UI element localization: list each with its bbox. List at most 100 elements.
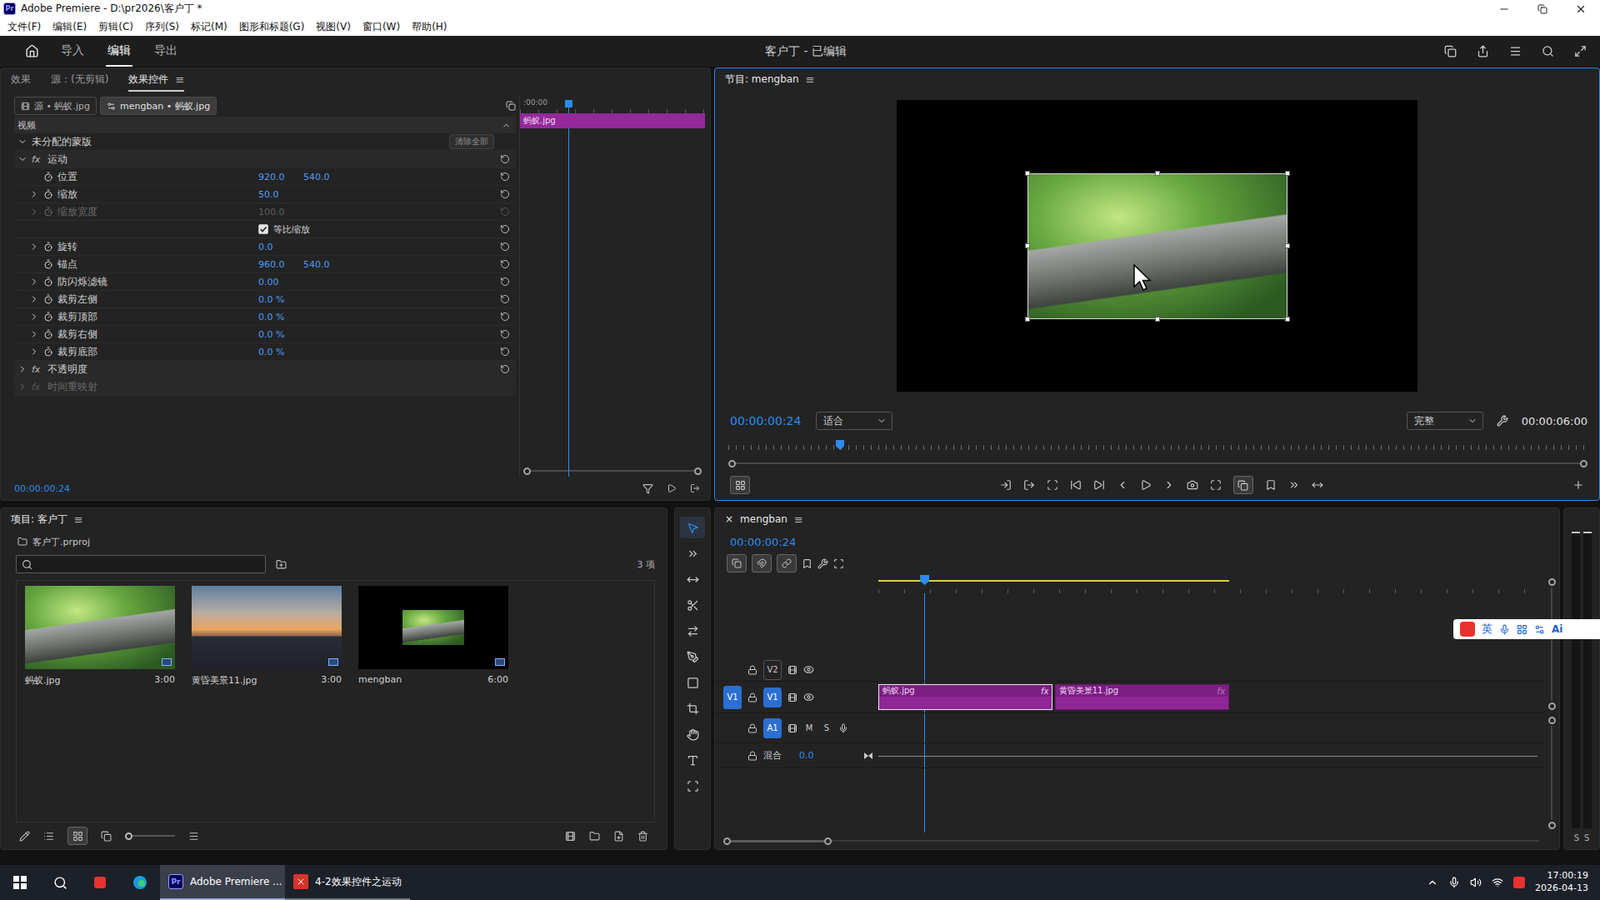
wrench-icon[interactable] [1496, 415, 1509, 427]
quality-dropdown[interactable]: 完整 [1406, 411, 1484, 430]
tool-button[interactable] [680, 568, 705, 590]
export-frame-icon[interactable] [1186, 479, 1199, 491]
extract-icon[interactable] [1311, 479, 1324, 491]
param-row[interactable]: 裁剪顶部0.0 % [14, 308, 516, 326]
stopwatch-icon[interactable] [43, 189, 54, 200]
play-icon[interactable] [1140, 479, 1152, 491]
thumbnail[interactable] [25, 585, 175, 670]
work-area-bar[interactable] [878, 580, 1230, 582]
reset-icon[interactable] [500, 224, 510, 235]
freeform-view-icon[interactable] [100, 830, 112, 842]
toggle-button[interactable] [1233, 475, 1254, 495]
icon-view-button[interactable] [67, 826, 88, 845]
share-icon[interactable] [1476, 45, 1490, 58]
clip-tab[interactable]: mengban • 蚂蚁.jpg [100, 96, 217, 115]
track-toggle-button[interactable]: S [820, 723, 833, 733]
tool-button[interactable] [680, 620, 705, 642]
tool-button[interactable] [680, 697, 705, 720]
mic-icon[interactable] [1448, 876, 1460, 889]
thumbnail[interactable] [191, 585, 342, 670]
go-to-in-icon[interactable] [1070, 479, 1082, 491]
taskbar-app[interactable]: 4-2效果控件之运动 [285, 865, 410, 900]
scroll-up-icon[interactable] [501, 120, 511, 130]
transform-handle[interactable] [1025, 170, 1030, 176]
expand-icon[interactable] [17, 364, 28, 375]
track-target[interactable]: V1 [763, 687, 782, 708]
tool-button[interactable] [680, 594, 705, 616]
param-value[interactable]: 0.00 [258, 276, 292, 288]
ai-badge[interactable]: Ai [1551, 623, 1563, 635]
video-scrollbar[interactable] [1544, 575, 1560, 714]
mark-in-icon[interactable] [1000, 479, 1012, 491]
track-lane[interactable] [878, 713, 1545, 744]
play-audio-icon[interactable] [666, 483, 677, 494]
progress-icon[interactable] [1509, 45, 1522, 58]
checkbox[interactable] [258, 224, 269, 235]
transform-handle[interactable] [1285, 243, 1290, 249]
param-value[interactable]: 0.0 % [258, 294, 292, 305]
fx-badge[interactable]: fx [31, 381, 44, 393]
mix-track-header[interactable]: 混合0.0 [715, 743, 879, 769]
fullscreen-icon[interactable] [1574, 45, 1587, 58]
home-icon[interactable] [25, 44, 40, 59]
writable-icon[interactable] [19, 830, 30, 842]
tool-button[interactable] [680, 749, 705, 771]
stopwatch-icon[interactable] [43, 171, 54, 182]
playhead[interactable] [835, 440, 845, 450]
fx-badge[interactable]: fx [31, 364, 44, 375]
captions-icon[interactable] [833, 558, 845, 570]
stopwatch-icon[interactable] [43, 311, 54, 322]
panel-tab[interactable]: 效果 [10, 68, 31, 92]
search-input[interactable] [37, 557, 260, 571]
reset-icon[interactable] [500, 364, 510, 375]
uniform-scale-checkbox[interactable]: 等比缩放 [258, 223, 495, 236]
lock-icon[interactable] [747, 665, 758, 675]
clip-tab[interactable]: 源 • 蚂蚁.jpg [14, 96, 97, 115]
lift-icon[interactable] [1288, 479, 1300, 491]
expand-icon[interactable] [29, 294, 40, 305]
source-patch[interactable]: V1 [723, 685, 742, 710]
track-header[interactable]: V2 [715, 658, 879, 682]
sync-lock-icon[interactable] [787, 723, 798, 734]
tool-button[interactable] [680, 645, 705, 668]
workspace-tab[interactable]: 编辑 [105, 35, 133, 67]
timeline-clip[interactable]: 黄昏美景11.jpgfx [1055, 684, 1230, 710]
tool-button[interactable] [680, 516, 705, 539]
new-bin-icon[interactable] [275, 559, 287, 570]
mic-icon[interactable] [838, 723, 849, 734]
transform-handle[interactable] [1025, 243, 1030, 249]
menu-item[interactable]: 窗口(W) [356, 20, 406, 35]
video-image[interactable] [1027, 173, 1288, 320]
menu-item[interactable]: 剪辑(C) [92, 20, 140, 35]
playhead[interactable] [568, 100, 570, 477]
expand-icon[interactable] [29, 241, 40, 252]
comparison-icon[interactable] [1210, 479, 1222, 491]
reset-icon[interactable] [500, 329, 510, 340]
effect-group-row[interactable]: fx不透明度 [14, 360, 516, 379]
expand-icon[interactable] [29, 346, 40, 357]
param-value[interactable]: 0.0 % [258, 329, 292, 340]
reset-icon[interactable] [500, 294, 510, 305]
expand-icon[interactable] [29, 206, 40, 217]
reset-icon[interactable] [500, 259, 510, 270]
panel-tab[interactable]: 节目: mengban≡ [725, 68, 815, 92]
step-back-icon[interactable] [1116, 479, 1129, 491]
go-to-out-icon[interactable] [1093, 479, 1105, 491]
param-value[interactable]: 960.0 [258, 259, 292, 270]
voice-icon[interactable] [1499, 624, 1510, 635]
snap-button[interactable] [751, 554, 772, 573]
start-button[interactable] [0, 865, 40, 900]
mark-out-icon[interactable] [1023, 479, 1035, 491]
time-ruler[interactable] [878, 575, 1545, 594]
mini-clip[interactable]: 蚂蚁.jpg [520, 113, 705, 129]
restore-button[interactable] [1523, 0, 1562, 18]
media-item[interactable]: 蚂蚁.jpg3:00 [25, 585, 175, 687]
sync-lock-icon[interactable] [787, 665, 798, 675]
export-icon[interactable] [690, 483, 700, 494]
eye-icon[interactable] [803, 664, 815, 675]
reset-icon[interactable] [500, 241, 510, 252]
reset-icon[interactable] [500, 171, 510, 182]
panel-menu[interactable]: ≡ [805, 73, 815, 86]
effect-group-row[interactable]: fx运动 [14, 150, 516, 169]
ime-icon[interactable] [1513, 876, 1525, 889]
